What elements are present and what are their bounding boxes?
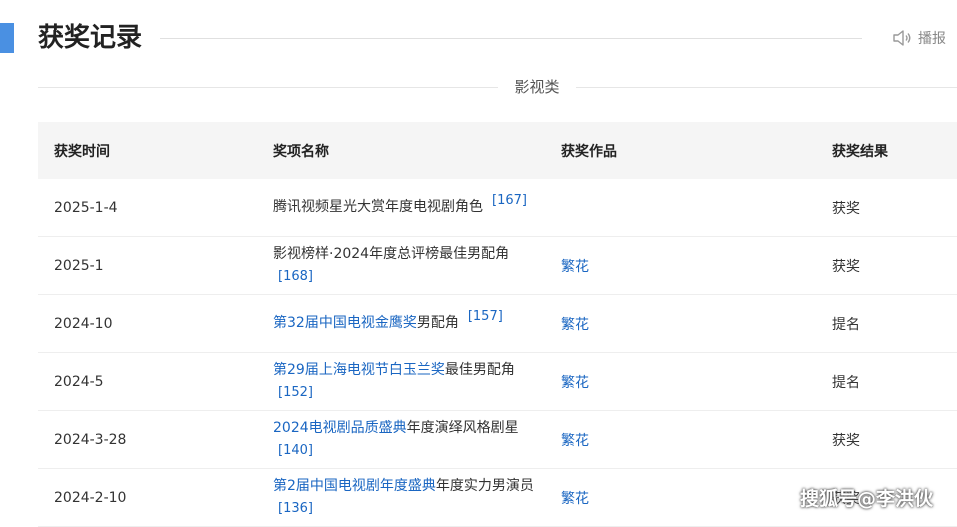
award-name-cell: 第32届中国电视金鹰奖男配角 [157] (273, 295, 553, 352)
award-name-text: 影视榜样·2024年度总评榜最佳男配角 (273, 246, 510, 262)
award-date: 2025-1-4 (54, 199, 118, 216)
speaker-icon (893, 30, 911, 46)
award-date: 2024-2-10 (54, 489, 127, 506)
work-link[interactable]: 繁花 (561, 295, 589, 352)
table-row: 2024-10 第32届中国电视金鹰奖男配角 [157] 繁花 提名 (38, 295, 957, 353)
reference-link[interactable]: [157] (468, 309, 503, 324)
award-name-cell: 第2届中国电视剧年度盛典年度实力男演员 [136] (273, 469, 553, 526)
award-date: 2024-3-28 (54, 431, 127, 448)
play-button[interactable]: 播报 (892, 27, 946, 49)
awards-table: 获奖时间 奖项名称 获奖作品 获奖结果 2025-1-4 腾讯视频星光大赏年度电视… (38, 122, 957, 527)
category-divider-right (576, 87, 957, 88)
award-name-cell: 第29届上海电视节白玉兰奖最佳男配角 [152] (273, 353, 553, 410)
table-header: 获奖时间 奖项名称 获奖作品 获奖结果 (38, 122, 957, 179)
reference-link[interactable]: [152] (278, 385, 313, 400)
work-link[interactable]: 繁花 (561, 469, 589, 526)
table-row: 2025-1-4 腾讯视频星光大赏年度电视剧角色 [167] 获奖 (38, 179, 957, 237)
award-name-cell: 腾讯视频星光大赏年度电视剧角色 [167] (273, 179, 553, 236)
title-divider (160, 38, 862, 39)
column-header-work: 获奖作品 (561, 143, 617, 160)
category-label: 影视类 (514, 78, 560, 96)
work-link[interactable]: 繁花 (561, 353, 589, 410)
award-date: 2025-1 (54, 257, 104, 274)
column-header-date: 获奖时间 (54, 143, 110, 160)
work-link[interactable]: 繁花 (561, 237, 589, 294)
table-row: 2024-5 第29届上海电视节白玉兰奖最佳男配角 [152] 繁花 提名 (38, 353, 957, 411)
award-name-cell: 2024电视剧品质盛典年度演绎风格剧星 [140] (273, 411, 553, 468)
award-link[interactable]: 第2届中国电视剧年度盛典 (273, 478, 436, 494)
award-result: 获奖 (832, 258, 860, 275)
award-result: 提名 (832, 374, 860, 391)
award-name-text: 腾讯视频星光大赏年度电视剧角色 (273, 199, 483, 215)
category-divider-left (38, 87, 498, 88)
award-link[interactable]: 第29届上海电视节白玉兰奖 (273, 362, 445, 378)
award-name-text: 最佳男配角 (444, 362, 515, 378)
work-link[interactable]: 繁花 (561, 411, 589, 468)
watermark: 搜狐号@李洪伙 (800, 488, 934, 510)
column-header-award: 奖项名称 (273, 143, 329, 160)
award-link[interactable]: 2024电视剧品质盛典 (273, 420, 407, 436)
award-result: 获奖 (832, 432, 860, 449)
column-header-result: 获奖结果 (832, 143, 888, 160)
award-name-text: 男配角 (416, 315, 459, 331)
reference-link[interactable]: [168] (278, 269, 313, 284)
award-result: 获奖 (832, 200, 860, 217)
reference-link[interactable]: [140] (278, 443, 313, 458)
award-name-text: 年度实力男演员 (435, 478, 534, 494)
section-accent-bar (0, 23, 14, 53)
award-date: 2024-10 (54, 315, 113, 332)
table-row: 2024-3-28 2024电视剧品质盛典年度演绎风格剧星 [140] 繁花 获奖 (38, 411, 957, 469)
award-name-cell: 影视榜样·2024年度总评榜最佳男配角 [168] (273, 237, 553, 294)
page-title: 获奖记录 (38, 23, 143, 53)
table-row: 2025-1 影视榜样·2024年度总评榜最佳男配角 [168] 繁花 获奖 (38, 237, 957, 295)
award-result: 提名 (832, 316, 860, 333)
award-link[interactable]: 第32届中国电视金鹰奖 (273, 315, 417, 331)
play-label: 播报 (918, 31, 946, 47)
reference-link[interactable]: [167] (492, 193, 527, 208)
award-name-text: 年度演绎风格剧星 (406, 420, 519, 436)
award-date: 2024-5 (54, 373, 104, 390)
reference-link[interactable]: [136] (278, 501, 313, 516)
